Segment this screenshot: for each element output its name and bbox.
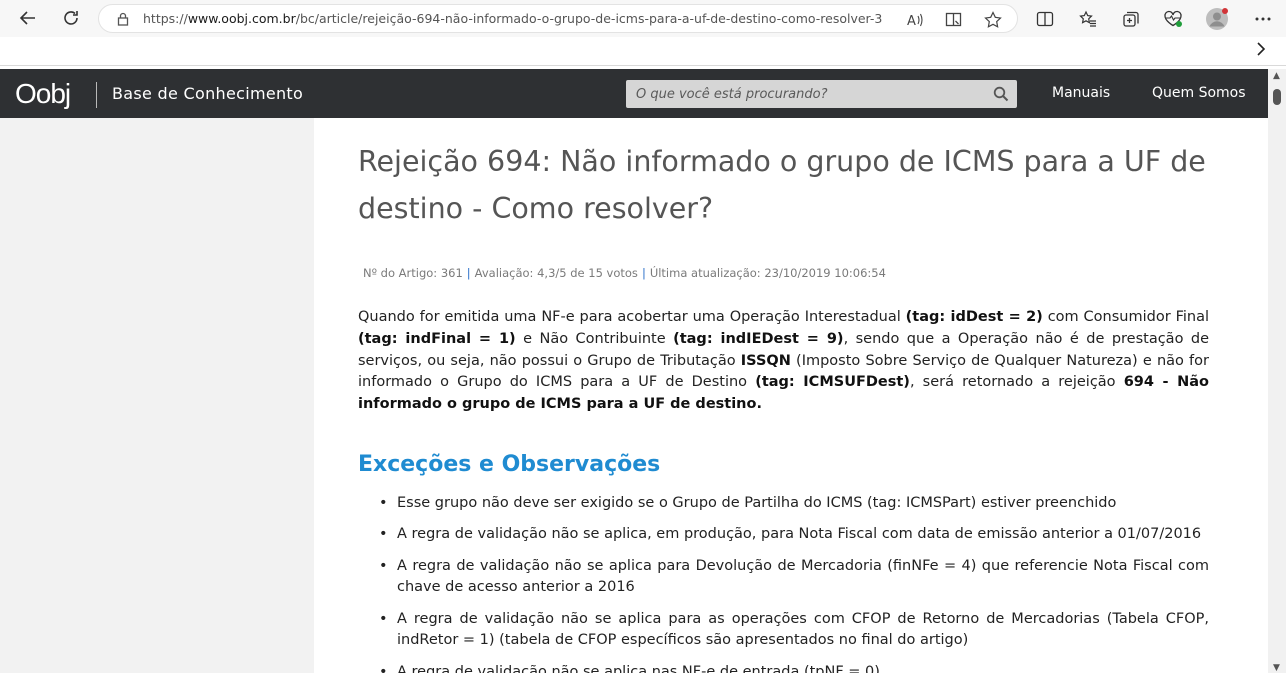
section-heading: Exceções e Observações <box>358 452 661 477</box>
intro-bold: (tag: indFinal = 1) <box>358 330 516 347</box>
read-aloud-icon[interactable]: A <box>905 10 925 30</box>
intro-text: com Consumidor Final <box>1042 309 1209 325</box>
scroll-down-icon[interactable]: ▼ <box>1273 663 1280 673</box>
exceptions-list: Esse grupo não deve ser exigido se o Gru… <box>358 493 1209 673</box>
list-item: A regra de validação não se aplica, em p… <box>358 524 1209 546</box>
list-item: A regra de validação não se aplica para … <box>358 556 1209 600</box>
intro-bold: ISSQN <box>740 352 791 369</box>
browser-toolbar: https://www.oobj.com.br/bc/article/rejei… <box>0 0 1286 37</box>
more-icon[interactable] <box>1250 6 1276 32</box>
intro-text: , será retornado a rejeição <box>909 374 1124 391</box>
search-input[interactable] <box>636 86 986 102</box>
site-header: Oobj Base de Conhecimento Manuais Quem S… <box>0 69 1268 118</box>
article-updated: Última atualização: 23/10/2019 10:06:54 <box>649 266 886 280</box>
list-item: A regra de validação não se aplica nas N… <box>358 662 1209 673</box>
article-number: Nº do Artigo: 361 <box>363 266 463 280</box>
lock-icon[interactable] <box>115 11 131 27</box>
intro-bold: (tag: idDest = 2) <box>905 309 1043 325</box>
chevron-right-icon[interactable] <box>1256 41 1266 60</box>
search-icon[interactable] <box>993 86 1009 102</box>
article-title: Rejeição 694: Não informado o grupo de I… <box>358 145 1206 225</box>
article-content: Rejeição 694: Não informado o grupo de I… <box>314 118 1268 673</box>
intro-text: e Não Contribuinte <box>515 330 674 347</box>
page-scrollbar[interactable]: ▲ ▼ <box>1268 69 1286 673</box>
profile-icon[interactable] <box>1204 6 1230 32</box>
intro-bold: (tag: indIEDest = 9) <box>673 330 844 347</box>
scroll-up-icon[interactable]: ▲ <box>1273 71 1280 81</box>
browser-essentials-icon[interactable] <box>1160 6 1186 32</box>
list-item: Esse grupo não deve ser exigido se o Gru… <box>358 493 1209 515</box>
search-box[interactable] <box>626 80 1017 108</box>
url-host: www.oobj.com.br <box>187 11 296 26</box>
intro-text: Quando for emitida uma NF-e para acobert… <box>358 309 906 325</box>
immersive-reader-icon[interactable] <box>944 10 964 30</box>
meta-separator: | <box>466 266 471 280</box>
svg-text:A: A <box>907 14 916 28</box>
url-prefix: https:// <box>143 11 188 26</box>
url-path: /bc/article/rejeição-694-não-informado-o… <box>295 11 883 26</box>
url-text[interactable]: https://www.oobj.com.br/bc/article/rejei… <box>143 11 883 26</box>
back-icon[interactable] <box>13 4 43 32</box>
list-item: A regra de validação não se aplica para … <box>358 609 1209 653</box>
collections-icon[interactable] <box>1118 6 1144 32</box>
intro-bold: (tag: ICMSUFDest) <box>755 374 910 391</box>
split-screen-icon[interactable] <box>1032 6 1058 32</box>
favorites-icon[interactable] <box>1075 6 1101 32</box>
logo[interactable]: Oobj <box>15 78 71 109</box>
site-title[interactable]: Base de Conhecimento <box>112 84 303 103</box>
meta-separator: | <box>641 266 646 280</box>
nav-link-quem-somos[interactable]: Quem Somos <box>1152 85 1246 101</box>
favorite-star-icon[interactable] <box>983 10 1003 30</box>
scroll-thumb[interactable] <box>1273 89 1281 105</box>
nav-link-manuais[interactable]: Manuais <box>1052 85 1110 101</box>
logo-divider <box>96 82 97 108</box>
address-bar[interactable]: https://www.oobj.com.br/bc/article/rejei… <box>98 4 1018 33</box>
intro-paragraph: Quando for emitida uma NF-e para acobert… <box>358 307 1209 416</box>
sidebar <box>0 118 314 673</box>
article-meta: Nº do Artigo: 361 | Avaliação: 4,3/5 de 15… <box>363 266 886 280</box>
favorites-bar <box>0 37 1286 66</box>
article-rating: Avaliação: 4,3/5 de 15 votos <box>474 266 638 280</box>
refresh-icon[interactable] <box>56 4 86 32</box>
